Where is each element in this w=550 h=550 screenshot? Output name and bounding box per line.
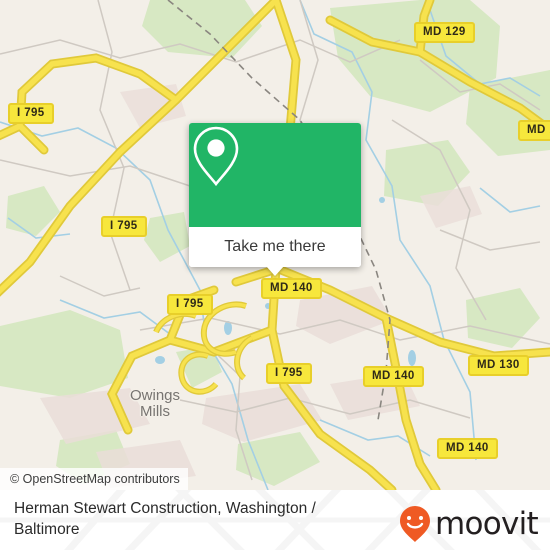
moovit-map-screen: Owings Mills MD 129 MD 12 I 795 I 795 MD… xyxy=(0,0,550,550)
place-label-owings-mills: Owings Mills xyxy=(129,387,181,420)
popup-pointer xyxy=(266,266,284,276)
moovit-logo[interactable]: moovit xyxy=(398,504,539,544)
moovit-wordmark: moovit xyxy=(434,505,539,542)
map-canvas[interactable]: Owings Mills MD 129 MD 12 I 795 I 795 MD… xyxy=(0,0,550,490)
route-shield-md-12[interactable]: MD 12 xyxy=(518,120,550,141)
route-shield-md-130[interactable]: MD 130 xyxy=(468,355,529,376)
route-shield-md-140-southeast[interactable]: MD 140 xyxy=(437,438,498,459)
route-shield-i-795-west[interactable]: I 795 xyxy=(101,216,147,237)
location-popup-card[interactable]: Take me there xyxy=(189,123,361,276)
take-me-there-button[interactable]: Take me there xyxy=(189,227,361,267)
footer-bar: Herman Stewart Construction, Washington … xyxy=(0,490,550,550)
route-shield-md-129[interactable]: MD 129 xyxy=(414,22,475,43)
moovit-pin-icon xyxy=(399,506,430,542)
map-attribution[interactable]: © OpenStreetMap contributors xyxy=(0,468,188,490)
route-shield-md-140-east[interactable]: MD 140 xyxy=(363,366,424,387)
route-shield-md-140-center[interactable]: MD 140 xyxy=(261,278,322,299)
page-title: Herman Stewart Construction, Washington … xyxy=(14,500,316,538)
route-shield-i-795-center[interactable]: I 795 xyxy=(167,294,213,315)
map-pin-icon xyxy=(193,126,239,187)
popup-image-panel xyxy=(189,123,361,227)
route-shield-i-795-northwest[interactable]: I 795 xyxy=(8,103,54,124)
route-shield-i-795-south[interactable]: I 795 xyxy=(266,363,312,384)
